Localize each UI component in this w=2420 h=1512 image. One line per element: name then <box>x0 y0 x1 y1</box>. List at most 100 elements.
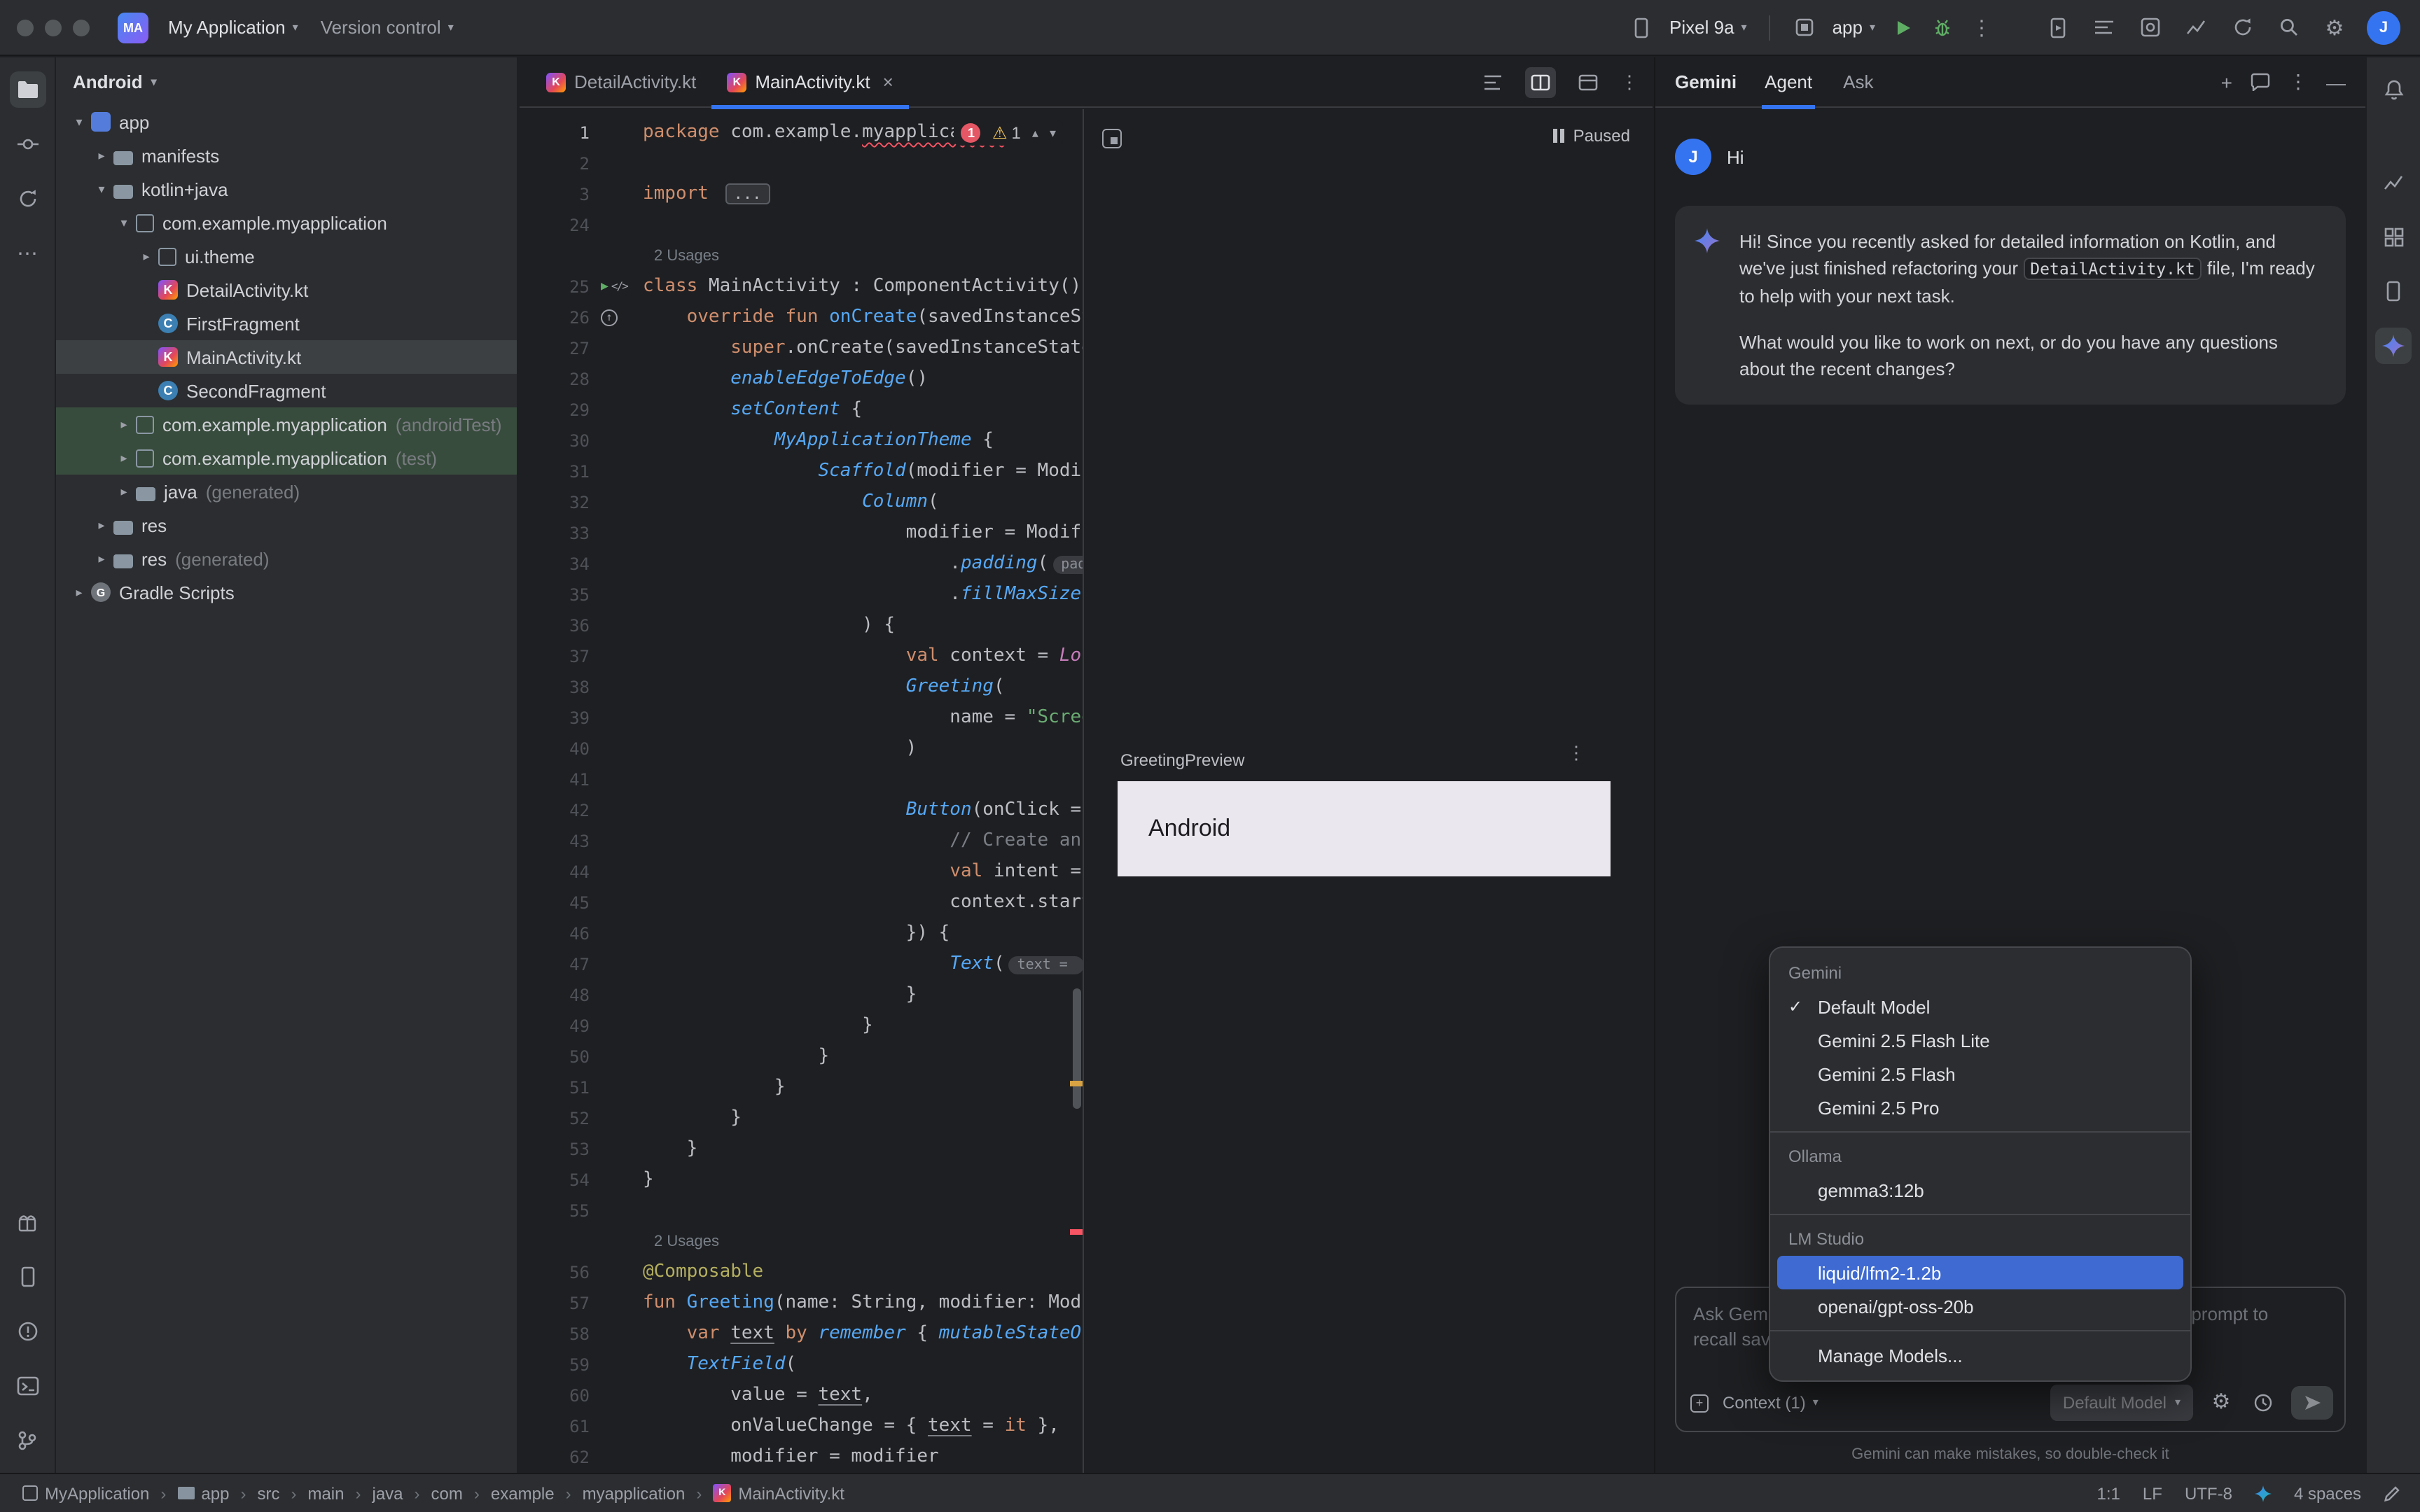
run-configuration-selector[interactable]: app ▾ <box>1830 11 1878 43</box>
tree-item[interactable]: ▸res(generated) <box>56 542 517 575</box>
code-line[interactable]: 29 setContent { <box>520 395 1083 426</box>
model-selector-chip[interactable]: Default Model ▾ <box>2050 1385 2193 1421</box>
code-line[interactable]: 44 val intent = Intent(context, DetailAc… <box>520 857 1083 888</box>
line-number[interactable]: 33 <box>520 518 601 549</box>
model-option[interactable]: liquid/lfm2-1.2b <box>1777 1256 2183 1289</box>
debug-button[interactable] <box>1928 13 1956 41</box>
line-number[interactable]: 47 <box>520 949 601 980</box>
model-option[interactable]: Gemini 2.5 Flash <box>1777 1057 2183 1091</box>
line-separator[interactable]: LF <box>2143 1483 2162 1503</box>
chevron-right-icon[interactable]: ▸ <box>67 584 91 600</box>
line-number[interactable]: 32 <box>520 487 601 518</box>
tab-mainactivity[interactable]: K MainActivity.kt × <box>711 57 908 107</box>
commit-tool-icon[interactable] <box>9 126 46 162</box>
logcat-icon[interactable] <box>2089 13 2118 41</box>
chevron-right-icon[interactable]: ▸ <box>134 248 158 264</box>
breadcrumb-item[interactable]: com <box>429 1483 466 1503</box>
line-number[interactable]: 62 <box>520 1442 601 1473</box>
panel-options-icon[interactable]: ⋮ <box>2288 70 2308 94</box>
code-line[interactable]: 2 <box>520 148 1083 179</box>
line-number[interactable]: 26 <box>520 302 601 333</box>
code-line[interactable]: 39 name = "Screen A" <box>520 703 1083 734</box>
code-line[interactable]: 52 } <box>520 1103 1083 1134</box>
line-number[interactable]: 59 <box>520 1350 601 1380</box>
code-line[interactable]: 36 ) { <box>520 610 1083 641</box>
send-button[interactable] <box>2291 1386 2333 1420</box>
tree-item[interactable]: ▾kotlin+java <box>56 172 517 206</box>
chevron-right-icon[interactable]: ▸ <box>90 551 113 566</box>
model-option[interactable]: openai/gpt-oss-20b <box>1777 1289 2183 1323</box>
close-tab-icon[interactable]: × <box>883 71 893 92</box>
line-number[interactable]: 29 <box>520 395 601 426</box>
tree-item[interactable]: ▸manifests <box>56 139 517 172</box>
code-editor[interactable]: 1package com.example.myapplication23impo… <box>520 109 1083 1473</box>
line-number[interactable]: 53 <box>520 1134 601 1165</box>
line-number[interactable]: 51 <box>520 1072 601 1103</box>
view-code-icon[interactable] <box>1477 66 1508 97</box>
next-problem-icon[interactable]: ▾ <box>1050 125 1056 141</box>
context-actions-icon[interactable]: </> <box>611 272 627 302</box>
tree-item[interactable]: ▾com.example.myapplication <box>56 206 517 239</box>
line-number[interactable]: 28 <box>520 364 601 395</box>
line-number[interactable]: 41 <box>520 764 601 795</box>
code-line[interactable]: 45 context.startActivity(intent) <box>520 888 1083 918</box>
line-number[interactable]: 50 <box>520 1042 601 1072</box>
project-view-selector[interactable]: Android ▾ <box>56 57 517 105</box>
device-manager-icon[interactable] <box>9 1259 46 1295</box>
line-number[interactable]: 55 <box>520 1196 601 1226</box>
breadcrumb-item[interactable]: KMainActivity.kt <box>710 1483 847 1503</box>
device-selector[interactable]: Pixel 9a ▾ <box>1667 11 1750 43</box>
breadcrumb-item[interactable]: java <box>370 1483 406 1503</box>
line-number[interactable]: 39 <box>520 703 601 734</box>
model-option[interactable]: ✓Default Model <box>1777 990 2183 1023</box>
chevron-down-icon[interactable]: ▾ <box>90 181 113 197</box>
code-line[interactable]: 24 <box>520 210 1083 241</box>
app-inspection-icon[interactable] <box>2136 13 2164 41</box>
breadcrumb-item[interactable]: example <box>488 1483 557 1503</box>
code-line[interactable]: 32 Column( <box>520 487 1083 518</box>
more-actions-icon[interactable]: ⋮ <box>1968 13 1996 41</box>
chevron-right-icon[interactable]: ▸ <box>90 517 113 533</box>
sync-tool-icon[interactable] <box>9 181 46 217</box>
line-number[interactable]: 38 <box>520 672 601 703</box>
line-number[interactable]: 35 <box>520 580 601 610</box>
ai-status-icon[interactable] <box>2255 1485 2272 1502</box>
code-line[interactable]: 38 Greeting( <box>520 672 1083 703</box>
caret-position[interactable]: 1:1 <box>2097 1483 2120 1503</box>
search-icon[interactable] <box>2274 13 2302 41</box>
run-gutter-icon[interactable]: ▶ <box>601 272 609 302</box>
chevron-right-icon[interactable]: ▸ <box>112 450 136 465</box>
tab-detailactivity[interactable]: K DetailActivity.kt <box>531 57 711 107</box>
code-line[interactable]: 34 .padding(paddingValues = innerPadding… <box>520 549 1083 580</box>
project-tool-icon[interactable] <box>9 71 46 108</box>
tree-item[interactable]: KMainActivity.kt <box>56 340 517 374</box>
line-number[interactable]: 3 <box>520 179 601 210</box>
preview-render-surface[interactable]: Android <box>1118 781 1611 876</box>
code-line[interactable]: 56@Composable <box>520 1257 1083 1288</box>
chevron-right-icon[interactable]: ▸ <box>112 416 136 432</box>
code-line[interactable]: 2 Usages <box>520 1226 1083 1257</box>
tree-item[interactable]: ▸com.example.myapplication(androidTest) <box>56 407 517 441</box>
code-line[interactable]: 51 } <box>520 1072 1083 1103</box>
resource-manager-icon[interactable] <box>2375 218 2412 255</box>
previous-problem-icon[interactable]: ▴ <box>1032 125 1038 141</box>
line-number[interactable]: 48 <box>520 980 601 1011</box>
tree-item[interactable]: CSecondFragment <box>56 374 517 407</box>
chevron-down-icon[interactable]: ▾ <box>67 114 91 130</box>
code-line[interactable]: 40 ) <box>520 734 1083 764</box>
line-number[interactable]: 52 <box>520 1103 601 1134</box>
zoom-to-fit-icon[interactable] <box>1102 129 1122 148</box>
line-number[interactable]: 49 <box>520 1011 601 1042</box>
line-number[interactable]: 24 <box>520 210 601 241</box>
chevron-right-icon[interactable]: ▸ <box>90 148 113 163</box>
code-line[interactable]: 27 super.onCreate(savedInstanceState) <box>520 333 1083 364</box>
code-line[interactable]: 35 .fillMaxSize() <box>520 580 1083 610</box>
running-devices-icon[interactable] <box>2375 273 2412 309</box>
line-number[interactable]: 58 <box>520 1319 601 1350</box>
run-button[interactable] <box>1889 13 1917 41</box>
breadcrumb-item[interactable]: app <box>174 1483 232 1503</box>
version-control-icon[interactable] <box>9 1422 46 1459</box>
line-number[interactable]: 25 <box>520 272 601 302</box>
chat-history-icon[interactable] <box>2251 73 2270 91</box>
breadcrumb-item[interactable]: MyApplication <box>20 1483 152 1503</box>
